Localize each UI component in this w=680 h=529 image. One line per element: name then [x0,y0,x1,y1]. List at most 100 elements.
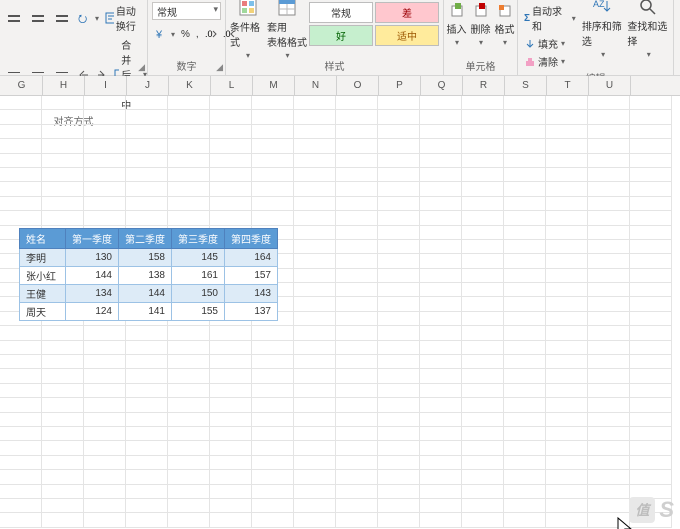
find-select-button[interactable]: 查找和选择▾ [627,2,669,54]
cell[interactable] [630,384,672,398]
table-header[interactable]: 第三季度 [172,229,225,249]
cell[interactable] [168,384,210,398]
cell[interactable] [252,441,294,455]
cell[interactable] [42,369,84,383]
cell[interactable] [504,470,546,484]
cell[interactable] [294,355,336,369]
cell[interactable] [420,197,462,211]
cell[interactable] [336,154,378,168]
cell[interactable] [294,240,336,254]
cell[interactable] [294,427,336,441]
cell[interactable] [336,369,378,383]
cell[interactable] [42,427,84,441]
cell[interactable] [294,456,336,470]
cell[interactable] [294,341,336,355]
cell[interactable] [168,341,210,355]
cell[interactable] [0,110,42,124]
cell[interactable] [126,211,168,225]
currency-button[interactable]: ¥▾ [152,26,177,42]
cell[interactable] [210,125,252,139]
cell[interactable] [630,240,672,254]
cell[interactable] [588,254,630,268]
cell[interactable] [0,513,42,527]
cell[interactable] [252,355,294,369]
cell[interactable] [546,297,588,311]
cell[interactable] [588,355,630,369]
cell[interactable] [336,384,378,398]
cell[interactable] [336,254,378,268]
cell[interactable] [420,326,462,340]
cell[interactable] [294,197,336,211]
column-header[interactable]: G [1,76,43,95]
cell[interactable] [84,125,126,139]
cell[interactable] [378,499,420,513]
cell[interactable] [420,211,462,225]
table-cell[interactable]: 134 [66,285,119,303]
cell[interactable] [0,427,42,441]
cell[interactable] [420,168,462,182]
cell[interactable] [210,341,252,355]
cell[interactable] [588,326,630,340]
cell[interactable] [336,413,378,427]
cell[interactable] [588,427,630,441]
cell[interactable] [126,384,168,398]
format-as-table-button[interactable]: 套用 表格格式▾ [269,2,305,54]
cell[interactable] [336,110,378,124]
cell[interactable] [378,168,420,182]
cell[interactable] [462,499,504,513]
cell[interactable] [252,513,294,527]
column-header[interactable]: T [547,76,589,95]
cell[interactable] [504,513,546,527]
cell[interactable] [294,110,336,124]
cell[interactable] [126,326,168,340]
cell[interactable] [462,326,504,340]
cell[interactable] [42,139,84,153]
cell[interactable] [462,254,504,268]
cell[interactable] [0,441,42,455]
cell[interactable] [504,485,546,499]
table-cell[interactable]: 144 [66,267,119,285]
cell[interactable] [294,139,336,153]
column-header[interactable]: R [463,76,505,95]
cell[interactable] [588,283,630,297]
cell[interactable] [0,154,42,168]
spreadsheet[interactable]: FGHIJKLMNOPQRSTU 姓名第一季度第二季度第三季度第四季度 李明13… [0,76,680,529]
cell[interactable] [336,398,378,412]
cell[interactable] [210,110,252,124]
cell[interactable] [462,398,504,412]
cell[interactable] [462,283,504,297]
cell[interactable] [420,283,462,297]
cell[interactable] [504,96,546,110]
cell[interactable] [504,499,546,513]
sort-filter-button[interactable]: AZ 排序和筛选▾ [582,2,624,54]
cell[interactable] [0,355,42,369]
cell[interactable] [546,254,588,268]
cell[interactable] [126,470,168,484]
cell[interactable] [462,384,504,398]
cell[interactable] [84,182,126,196]
cell[interactable] [168,369,210,383]
cell[interactable] [42,470,84,484]
cell[interactable] [546,369,588,383]
cell[interactable] [42,326,84,340]
cell[interactable] [210,513,252,527]
cell[interactable] [630,226,672,240]
cell[interactable] [294,254,336,268]
style-check[interactable]: 适中 [375,25,439,46]
cell[interactable] [504,355,546,369]
cell[interactable] [0,470,42,484]
cell[interactable] [420,269,462,283]
cell[interactable] [42,96,84,110]
cell[interactable] [588,369,630,383]
cell[interactable] [210,384,252,398]
cell[interactable] [42,441,84,455]
number-format-select[interactable]: 常规 [152,2,221,20]
cell[interactable] [336,297,378,311]
cell[interactable] [336,240,378,254]
cell[interactable] [168,211,210,225]
cell[interactable] [462,110,504,124]
cell[interactable] [294,125,336,139]
cell[interactable] [84,154,126,168]
cell[interactable] [588,182,630,196]
cell[interactable] [504,139,546,153]
